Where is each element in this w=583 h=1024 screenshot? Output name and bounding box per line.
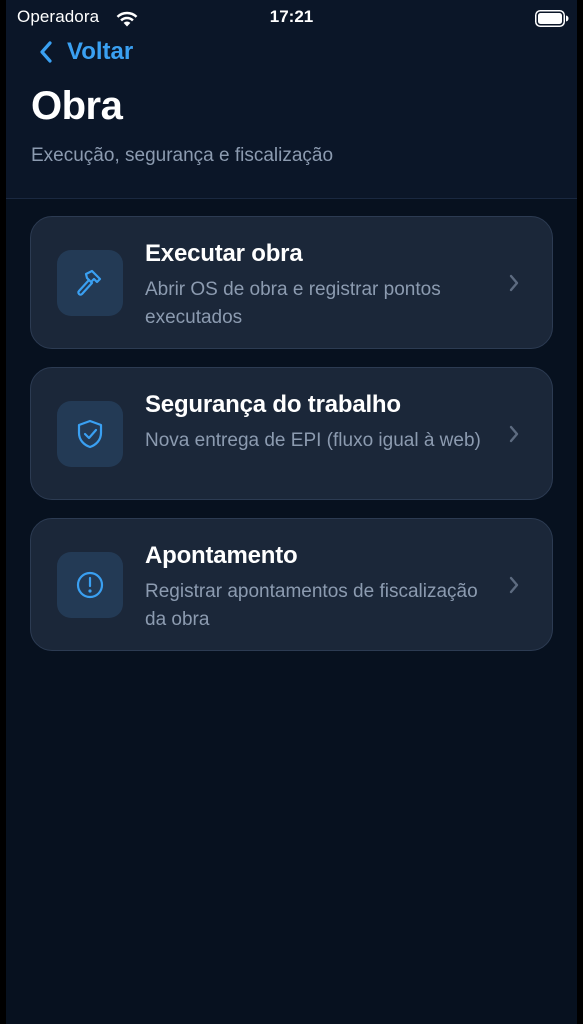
card-title: Segurança do trabalho bbox=[145, 391, 401, 418]
chevron-right-icon bbox=[509, 576, 519, 594]
alert-circle-icon bbox=[76, 571, 104, 599]
card-title: Apontamento bbox=[145, 542, 298, 569]
chevron-right-icon bbox=[509, 274, 519, 292]
card-icon-box bbox=[57, 552, 123, 618]
shield-check-icon bbox=[77, 419, 103, 449]
card-description: Registrar apontamentos de fiscalização d… bbox=[145, 581, 478, 630]
screen: Operadora 17:21 Voltar Obra Execução, se… bbox=[6, 0, 577, 1024]
card-description: Abrir OS de obra e registrar pontos exec… bbox=[145, 279, 441, 328]
page-title: Obra bbox=[31, 84, 123, 128]
status-time: 17:21 bbox=[269, 7, 314, 26]
back-label: Voltar bbox=[67, 38, 134, 65]
chevron-right-icon bbox=[509, 425, 519, 443]
menu-item-apontamento[interactable]: Apontamento Registrar apontamentos de fi… bbox=[30, 518, 553, 651]
back-button[interactable]: Voltar bbox=[38, 36, 133, 68]
card-title: Executar obra bbox=[145, 240, 303, 267]
card-description: Nova entrega de EPI (fluxo igual à web) bbox=[145, 430, 481, 451]
card-icon-box bbox=[57, 401, 123, 467]
menu-item-executar-obra[interactable]: Executar obra Abrir OS de obra e registr… bbox=[30, 216, 553, 349]
card-icon-box bbox=[57, 250, 123, 316]
hammer-icon bbox=[77, 269, 102, 296]
menu-item-seguranca-do-trabalho[interactable]: Segurança do trabalho Nova entrega de EP… bbox=[30, 367, 553, 500]
page-subtitle: Execução, segurança e fiscalização bbox=[31, 145, 334, 166]
battery-icon bbox=[535, 10, 569, 27]
header: Operadora 17:21 Voltar Obra Execução, se… bbox=[6, 0, 577, 199]
chevron-left-icon bbox=[40, 41, 52, 63]
